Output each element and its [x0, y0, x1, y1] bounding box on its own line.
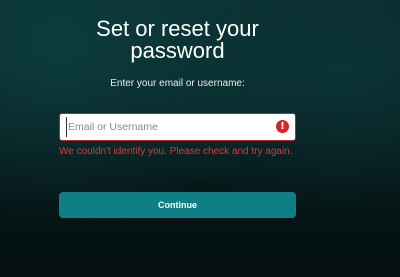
- page-title: Set or reset your password: [96, 16, 259, 63]
- error-message: We couldn't identify you. Please check a…: [59, 146, 293, 157]
- email-username-input[interactable]: [66, 117, 268, 137]
- form-instruction: Enter your email or username:: [110, 78, 245, 89]
- exclamation-circle-icon: !: [276, 120, 289, 133]
- continue-button[interactable]: Continue: [59, 192, 296, 218]
- email-username-field-wrapper: !: [59, 113, 296, 141]
